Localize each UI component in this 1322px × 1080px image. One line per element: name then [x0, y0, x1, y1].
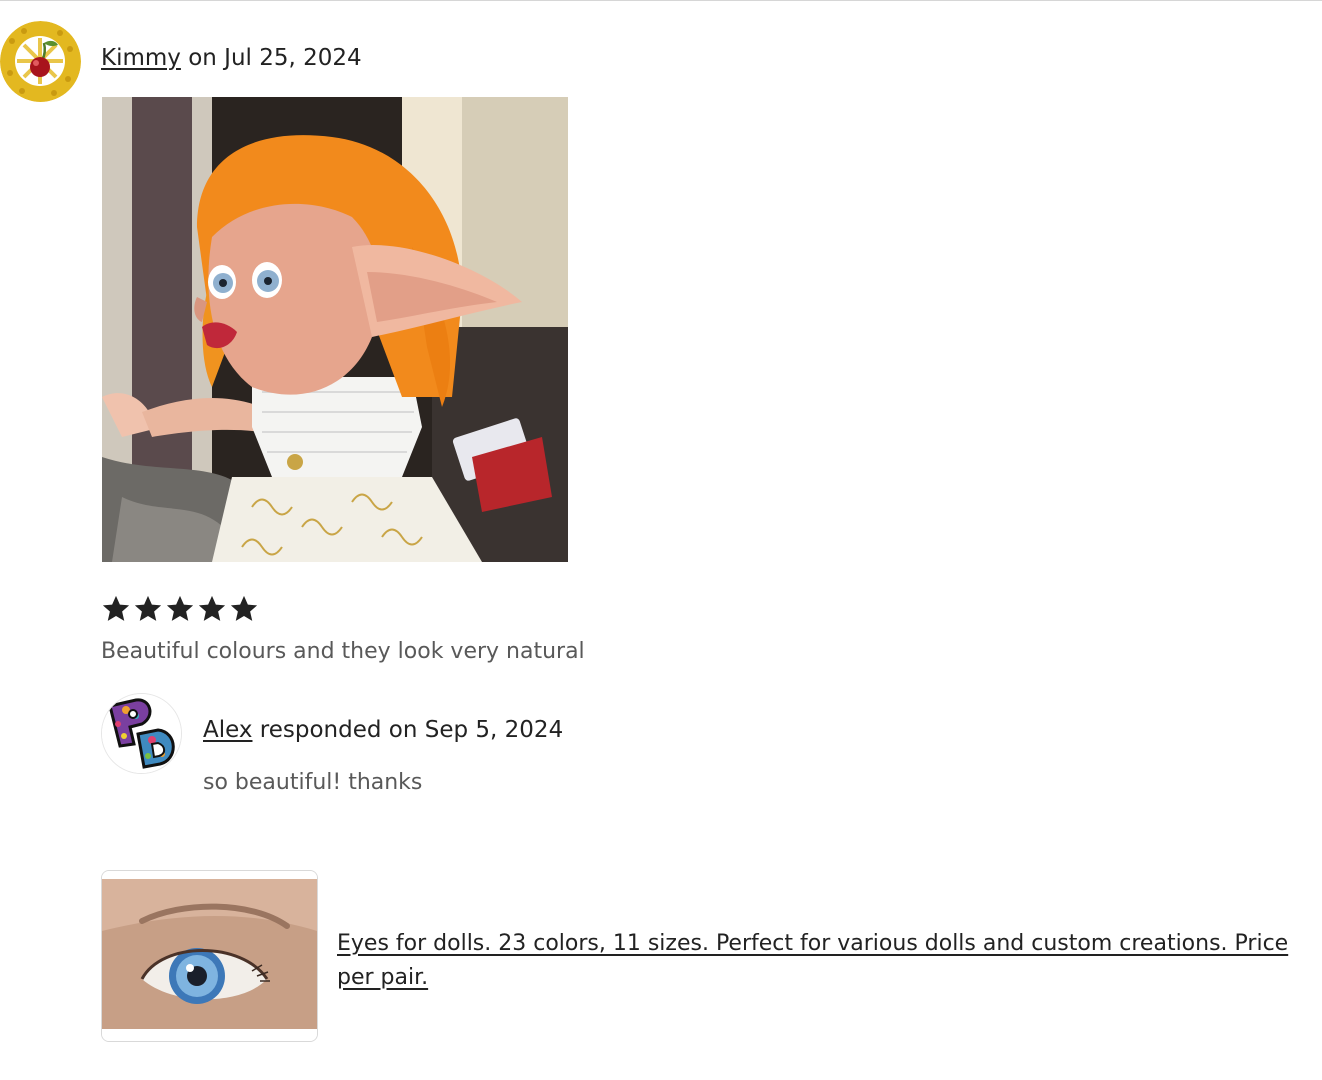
- response-text: so beautiful! thanks: [203, 770, 423, 795]
- response-date: responded on Sep 5, 2024: [259, 717, 564, 743]
- cherry-avatar-icon: [0, 21, 81, 102]
- review-header: Kimmy on Jul 25, 2024: [101, 43, 362, 73]
- star-filled-icon: [102, 595, 130, 621]
- top-divider: [0, 0, 1322, 1]
- reviewer-avatar[interactable]: [0, 21, 81, 102]
- doll-eye-photo-icon: [102, 871, 317, 1041]
- listing-title-link[interactable]: Eyes for dolls. 23 colors, 11 sizes. Per…: [337, 927, 1312, 995]
- star-filled-icon: [134, 595, 162, 621]
- pd-logo-icon: [102, 694, 181, 773]
- seller-avatar[interactable]: [101, 693, 182, 774]
- review-date: on Jul 25, 2024: [188, 45, 362, 71]
- listing-thumbnail[interactable]: [101, 870, 318, 1042]
- response-header: Alex responded on Sep 5, 2024: [203, 715, 563, 745]
- star-filled-icon: [166, 595, 194, 621]
- review-photo[interactable]: [102, 97, 568, 562]
- doll-photo-icon: [102, 97, 568, 562]
- reviewer-name-link[interactable]: Kimmy: [101, 45, 181, 71]
- star-rating: [101, 594, 259, 634]
- star-filled-icon: [198, 595, 226, 621]
- star-filled-icon: [230, 595, 258, 621]
- seller-name-link[interactable]: Alex: [203, 717, 252, 743]
- review-text: Beautiful colours and they look very nat…: [101, 639, 585, 664]
